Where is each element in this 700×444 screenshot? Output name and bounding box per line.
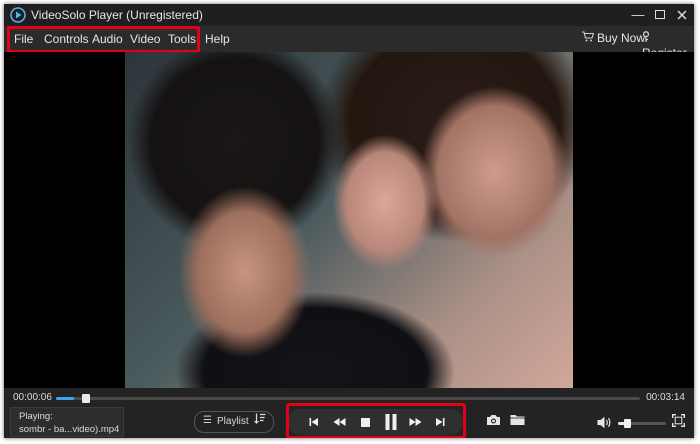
folder-icon [510, 415, 525, 425]
pause-icon [385, 414, 397, 430]
control-bar: Playing: sombr - ba...video).mp4 ☰ Playl… [4, 403, 694, 438]
close-button[interactable] [672, 6, 692, 24]
menu-bar: File Controls Audio Video Tools Help Buy… [4, 26, 694, 60]
close-icon [677, 10, 687, 20]
window-title: VideoSolo Player (Unregistered) [31, 8, 203, 22]
playlist-label: Playlist [217, 416, 249, 427]
transport-controls [287, 409, 463, 435]
minimize-icon: — [631, 7, 645, 22]
now-playing-label: Playing: [19, 411, 53, 422]
fast-forward-button[interactable] [404, 409, 426, 435]
player-window: VideoSolo Player (Unregistered) — File C… [4, 4, 694, 438]
menu-file[interactable]: File [14, 32, 33, 46]
now-playing-file: sombr - ba...video).mp4 [19, 424, 120, 435]
skip-next-icon [436, 418, 445, 426]
key-icon [642, 31, 654, 46]
volume-handle[interactable] [624, 419, 632, 428]
now-playing-box: Playing: sombr - ba...video).mp4 [10, 407, 124, 437]
fullscreen-icon [672, 414, 685, 427]
sort-icon[interactable] [254, 413, 266, 427]
current-time: 00:00:06 [13, 392, 52, 403]
camera-icon [487, 415, 500, 425]
buy-now-button[interactable]: Buy Now [582, 31, 645, 45]
maximize-button[interactable] [650, 6, 670, 24]
progress-row: 00:00:06 00:03:14 [4, 388, 694, 408]
skip-previous-button[interactable] [303, 409, 325, 435]
fast-forward-icon [409, 418, 421, 426]
menu-controls[interactable]: Controls [44, 32, 89, 46]
maximize-icon [655, 10, 665, 19]
title-bar: VideoSolo Player (Unregistered) — [4, 4, 694, 26]
volume-icon [597, 416, 611, 429]
total-time: 00:03:14 [646, 392, 685, 403]
snapshot-button[interactable] [486, 413, 501, 431]
progress-handle[interactable] [82, 394, 91, 403]
skip-next-button[interactable] [429, 409, 451, 435]
stop-button[interactable] [354, 409, 376, 435]
volume-slider[interactable] [618, 419, 666, 428]
volume-button[interactable] [597, 416, 613, 434]
video-area[interactable] [4, 52, 694, 388]
rewind-icon [333, 418, 345, 426]
skip-previous-icon [309, 418, 318, 426]
open-folder-button[interactable] [510, 413, 525, 431]
fullscreen-button[interactable] [672, 414, 685, 432]
list-icon: ☰ [203, 415, 212, 426]
menu-tools[interactable]: Tools [168, 32, 196, 46]
menu-help[interactable]: Help [205, 32, 230, 46]
stop-icon [360, 417, 370, 427]
minimize-button[interactable]: — [628, 6, 648, 24]
progress-bar[interactable] [56, 394, 640, 403]
play-logo-icon [10, 7, 26, 23]
pause-button[interactable] [379, 409, 403, 435]
cart-icon [582, 31, 595, 45]
buy-now-label: Buy Now [597, 31, 646, 45]
rewind-button[interactable] [328, 409, 350, 435]
menu-audio[interactable]: Audio [92, 32, 123, 46]
video-frame [125, 52, 573, 388]
menu-video[interactable]: Video [130, 32, 160, 46]
progress-fill [56, 397, 75, 400]
